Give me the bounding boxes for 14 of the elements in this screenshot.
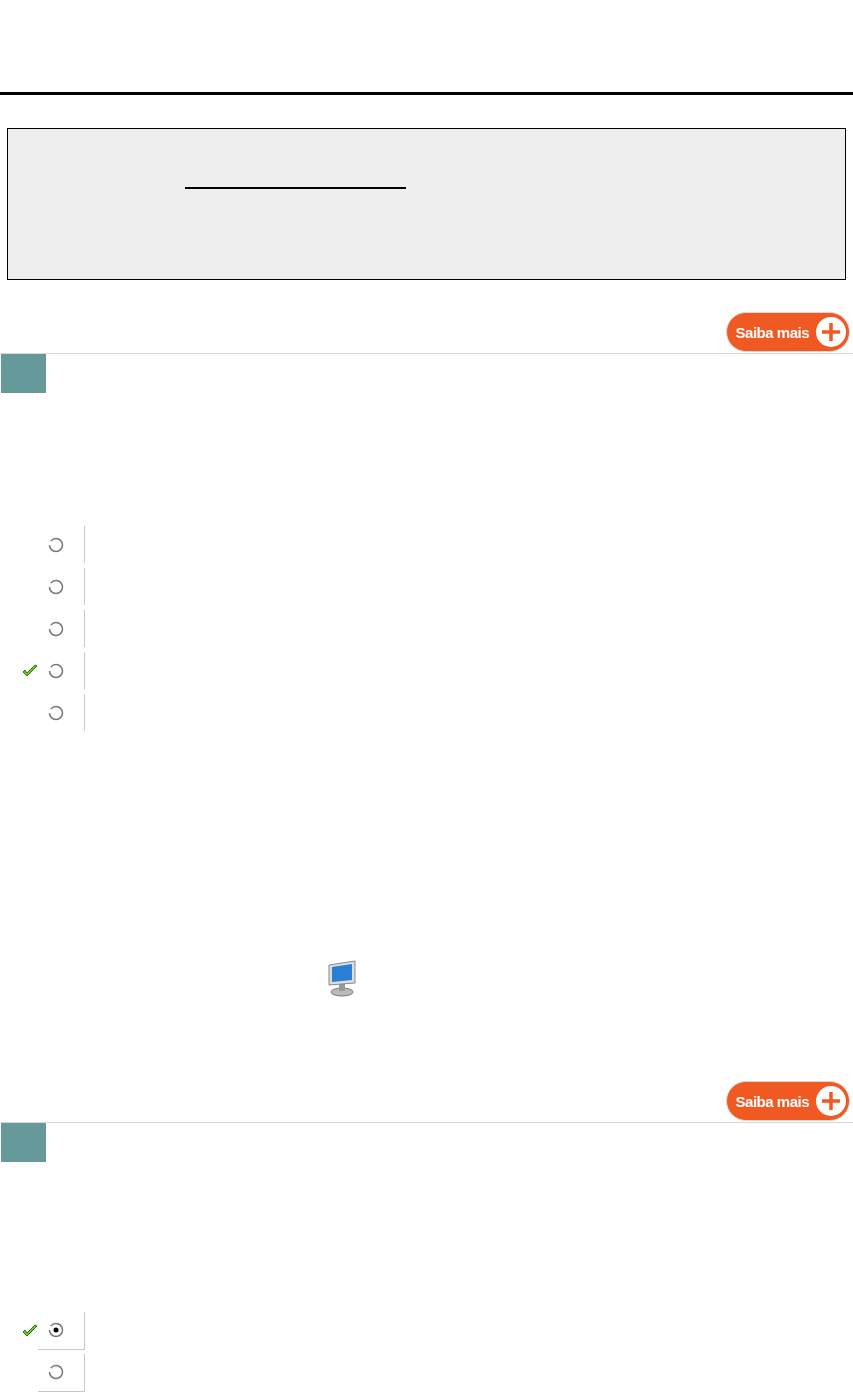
more-button[interactable]: Saiba mais [725,312,850,352]
question-number-badge [1,1123,46,1162]
more-button[interactable]: Saiba mais [725,1081,850,1121]
plus-icon [815,316,847,348]
monitor-icon [326,959,358,997]
plus-icon [815,1085,847,1117]
radio-button[interactable] [48,704,64,721]
radio-button[interactable] [48,662,64,679]
radio-button[interactable] [48,620,64,637]
radio-button[interactable] [48,578,64,595]
radio-button[interactable] [48,1322,64,1338]
question-number-badge [1,354,46,393]
radio-button[interactable] [48,536,64,553]
radio-button[interactable] [48,1364,64,1380]
